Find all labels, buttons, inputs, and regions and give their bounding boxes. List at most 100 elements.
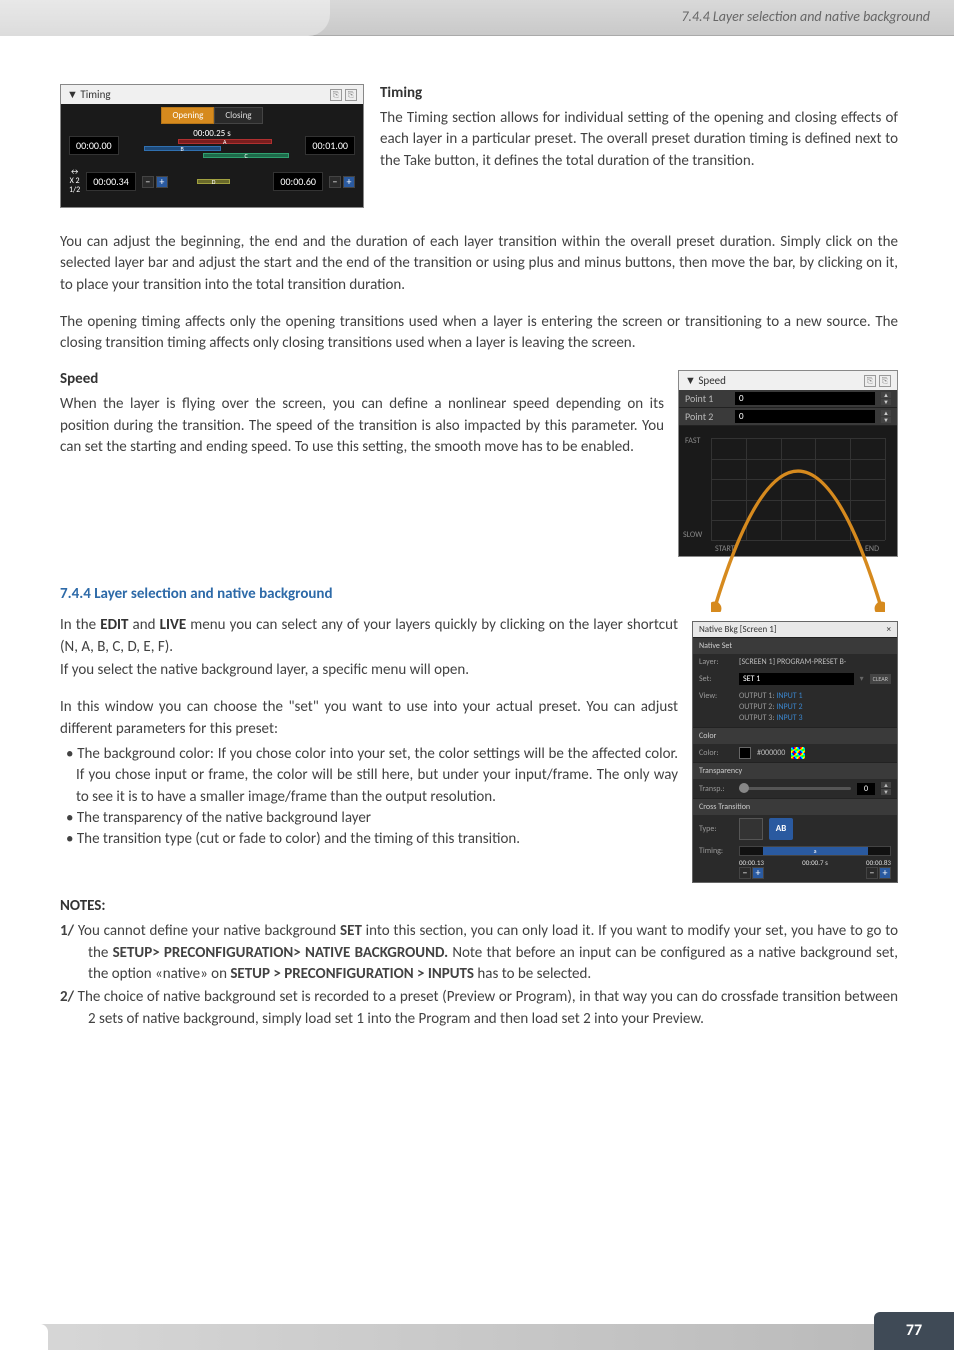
sec-transparency: Transparency bbox=[693, 762, 897, 779]
transp-row: Transp.: 0 ▲▼ bbox=[693, 779, 897, 798]
left-pm-buttons: − + bbox=[142, 176, 168, 188]
copy-icon[interactable]: ⎘ bbox=[330, 89, 342, 101]
bottom-right-time: 00:00.60 bbox=[273, 172, 323, 191]
minus-button-2[interactable]: − bbox=[329, 176, 341, 188]
set-label: Set: bbox=[699, 674, 733, 684]
transp-slider[interactable] bbox=[739, 787, 851, 790]
speed-panel-title: ▼ Speed bbox=[685, 374, 726, 387]
point2-spinner[interactable]: ▲▼ bbox=[881, 410, 891, 423]
minus-icon[interactable]: − bbox=[866, 867, 878, 879]
type-prev-icon[interactable] bbox=[739, 818, 763, 840]
page-footer: 77 bbox=[0, 1312, 954, 1350]
color-swatch[interactable] bbox=[739, 747, 751, 759]
copy2-icon[interactable]: ⎘ bbox=[879, 375, 891, 387]
plus-icon[interactable]: + bbox=[752, 867, 764, 879]
color-value: #000000 bbox=[757, 748, 785, 758]
color-row: Color: #000000 bbox=[693, 744, 897, 762]
start-time: 00:00.00 bbox=[69, 136, 119, 155]
page-number: 77 bbox=[874, 1312, 954, 1350]
speed-curve bbox=[711, 438, 885, 612]
ctrl-icons[interactable]: ↔X 21/2 bbox=[69, 168, 80, 195]
speed-header-icons: ⎘ ⎘ bbox=[864, 375, 891, 387]
view-list: OUTPUT 1: INPUT 1 OUTPUT 2: INPUT 2 OUTP… bbox=[739, 691, 891, 724]
timing-panel-header[interactable]: ▼ Timing ⎘ ⎘ bbox=[61, 85, 363, 104]
transp-value[interactable]: 0 bbox=[857, 783, 875, 795]
timing-track-row: 00:00.00 00:00.25 s A B C 00:01.00 bbox=[61, 124, 363, 166]
timing-panel: ▼ Timing ⎘ ⎘ Opening Closing 00:00.00 00… bbox=[60, 84, 364, 208]
point1-label: Point 1 bbox=[685, 392, 729, 405]
sec-color: Color bbox=[693, 727, 897, 744]
copy-icon[interactable]: ⎘ bbox=[864, 375, 876, 387]
page-header: 7.4.4 Layer selection and native backgro… bbox=[0, 0, 954, 36]
bar-d[interactable]: D bbox=[197, 179, 230, 184]
tab-closing[interactable]: Closing bbox=[214, 107, 262, 124]
speed-section: ▼ Speed ⎘ ⎘ Point 1 0 ▲▼ Point 2 0 ▲▼ FA… bbox=[60, 370, 898, 557]
fast-label: FAST bbox=[685, 436, 700, 446]
slow-label: SLOW bbox=[683, 530, 702, 540]
curve-area: FAST SLOW START END bbox=[679, 426, 897, 556]
tab-opening[interactable]: Opening bbox=[161, 107, 214, 124]
duration-label: 00:00.25 s bbox=[127, 128, 298, 139]
point1-row: Point 1 0 ▲▼ bbox=[679, 390, 897, 408]
copy2-icon[interactable]: ⎘ bbox=[345, 89, 357, 101]
type-ab-button[interactable]: AB bbox=[769, 818, 793, 840]
plus-button[interactable]: + bbox=[156, 176, 168, 188]
point2-label: Point 2 bbox=[685, 410, 729, 423]
point1-value[interactable]: 0 bbox=[735, 392, 875, 405]
timing-para-2: You can adjust the beginning, the end an… bbox=[60, 232, 898, 296]
np-timing-label: Timing: bbox=[699, 846, 733, 856]
point2-value[interactable]: 0 bbox=[735, 410, 875, 423]
breadcrumb: 7.4.4 Layer selection and native backgro… bbox=[681, 8, 930, 25]
sec-cross: Cross Transition bbox=[693, 798, 897, 815]
bottom-left-time: 00:00.34 bbox=[86, 172, 136, 191]
transp-spinner[interactable]: ▲▼ bbox=[881, 782, 891, 795]
color-picker-icon[interactable] bbox=[791, 747, 805, 759]
clear-badge[interactable]: CLEAR bbox=[870, 674, 891, 684]
notes-list: 1/ You cannot define your native backgro… bbox=[60, 921, 898, 1029]
right-pm-buttons: − + bbox=[329, 176, 355, 188]
np-timing-values: 00:00.13 00:00.7 s 00:00.83 bbox=[739, 858, 891, 867]
type-row: Type: AB bbox=[693, 815, 897, 843]
native-panel-title-bar[interactable]: Native Bkg [Screen 1] × bbox=[693, 622, 897, 637]
header-curve bbox=[0, 0, 330, 36]
point1-spinner[interactable]: ▲▼ bbox=[881, 392, 891, 405]
note-2: 2/ The choice of native background set i… bbox=[60, 987, 898, 1030]
dropdown-icon[interactable]: ▾ bbox=[860, 674, 864, 684]
panel-header-icons: ⎘ ⎘ bbox=[330, 89, 357, 101]
layer-row: Layer: [SCREEN 1] PROGRAM-PRESET B- bbox=[693, 654, 897, 670]
timing-tabs: Opening Closing bbox=[61, 104, 363, 124]
point2-row: Point 2 0 ▲▼ bbox=[679, 408, 897, 426]
timing-row: ▼ Timing ⎘ ⎘ Opening Closing 00:00.00 00… bbox=[60, 84, 898, 208]
minus-button[interactable]: − bbox=[142, 176, 154, 188]
np-timing-track[interactable]: a bbox=[739, 846, 891, 856]
plus-button-2[interactable]: + bbox=[343, 176, 355, 188]
color-label: Color: bbox=[699, 748, 733, 758]
track-area[interactable]: 00:00.25 s A B C bbox=[127, 128, 298, 162]
native-bkg-panel: Native Bkg [Screen 1] × Native Set Layer… bbox=[692, 621, 898, 883]
notes-heading: NOTES: bbox=[60, 897, 898, 915]
layer-label: Layer: bbox=[699, 657, 733, 667]
layer-value: [SCREEN 1] PROGRAM-PRESET B- bbox=[739, 657, 891, 667]
timing-bottom-row: ↔X 21/2 00:00.34 − + D 00:00.60 − + bbox=[61, 166, 363, 199]
np-timing-row: Timing: a 00:00.13 00:00.7 s 00:00.83 −+… bbox=[693, 843, 897, 882]
end-time: 00:01.00 bbox=[305, 136, 355, 155]
timing-panel-title: ▼ Timing bbox=[67, 88, 111, 101]
view-row: View: OUTPUT 1: INPUT 1 OUTPUT 2: INPUT … bbox=[693, 688, 897, 727]
bar-a[interactable]: A bbox=[178, 139, 272, 144]
timing-para-3: The opening timing affects only the open… bbox=[60, 312, 898, 355]
transp-label: Transp.: bbox=[699, 784, 733, 794]
plus-icon[interactable]: + bbox=[879, 867, 891, 879]
type-label: Type: bbox=[699, 824, 733, 834]
view-label: View: bbox=[699, 691, 733, 701]
minus-icon[interactable]: − bbox=[739, 867, 751, 879]
close-icon[interactable]: × bbox=[887, 624, 891, 635]
note-1: 1/ You cannot define your native backgro… bbox=[60, 921, 898, 985]
speed-panel: ▼ Speed ⎘ ⎘ Point 1 0 ▲▼ Point 2 0 ▲▼ FA… bbox=[678, 370, 898, 557]
np-t-mid: 00:00.7 s bbox=[802, 858, 828, 867]
sec-native-set: Native Set bbox=[693, 637, 897, 654]
set-value[interactable]: SET 1 bbox=[739, 673, 854, 685]
bar-c[interactable]: C bbox=[203, 153, 288, 158]
speed-panel-header[interactable]: ▼ Speed ⎘ ⎘ bbox=[679, 371, 897, 390]
bar-b[interactable]: B bbox=[144, 146, 221, 151]
set-row: Set: SET 1 ▾ CLEAR bbox=[693, 670, 897, 688]
